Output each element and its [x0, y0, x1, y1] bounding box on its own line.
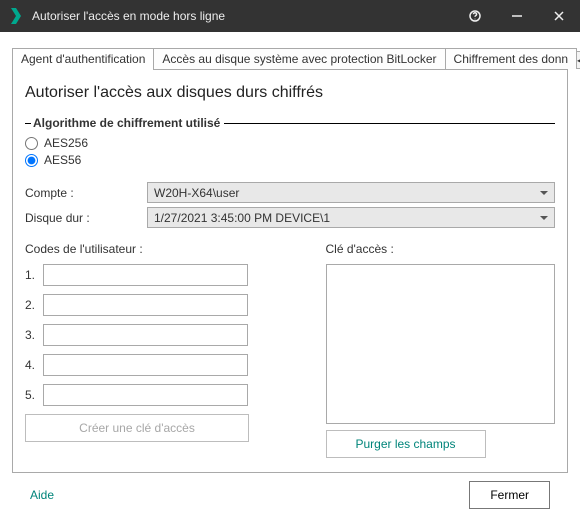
- radio-aes256[interactable]: [25, 137, 38, 150]
- code-row-5: 5.: [25, 384, 306, 406]
- radio-aes256-label: AES256: [44, 136, 88, 150]
- chevron-down-icon: [540, 216, 548, 220]
- compte-select[interactable]: W20H-X64\user: [147, 182, 555, 203]
- code-num: 4.: [25, 358, 43, 372]
- tab-chiffrement[interactable]: Chiffrement des donn: [445, 48, 578, 69]
- close-window-button[interactable]: [538, 0, 580, 32]
- disque-value: 1/27/2021 3:45:00 PM DEVICE\1: [154, 211, 330, 225]
- radio-aes56-label: AES56: [44, 153, 81, 167]
- titlebar: Autoriser l'accès en mode hors ligne: [0, 0, 580, 32]
- code-row-4: 4.: [25, 354, 306, 376]
- access-key-box[interactable]: [326, 264, 556, 424]
- tab-bitlocker[interactable]: Accès au disque système avec protection …: [153, 48, 445, 69]
- radio-aes56-row: AES56: [25, 153, 555, 167]
- purge-button[interactable]: Purger les champs: [326, 430, 486, 458]
- disque-row: Disque dur : 1/27/2021 3:45:00 PM DEVICE…: [25, 207, 555, 228]
- window-title: Autoriser l'accès en mode hors ligne: [32, 9, 225, 23]
- help-link[interactable]: Aide: [30, 488, 54, 502]
- purge-label: Purger les champs: [355, 437, 455, 451]
- minimize-button[interactable]: [496, 0, 538, 32]
- access-key-column: Clé d'accès : Purger les champs: [326, 242, 556, 458]
- codes-heading: Codes de l'utilisateur :: [25, 242, 306, 256]
- close-label: Fermer: [490, 488, 529, 502]
- disque-label: Disque dur :: [25, 211, 147, 225]
- compte-row: Compte : W20H-X64\user: [25, 182, 555, 203]
- code-input-3[interactable]: [43, 324, 248, 346]
- purge-row: Purger les champs: [326, 430, 556, 458]
- compte-value: W20H-X64\user: [154, 186, 239, 200]
- codes-column: Codes de l'utilisateur : 1. 2. 3. 4.: [25, 242, 306, 458]
- radio-aes56[interactable]: [25, 154, 38, 167]
- compte-label: Compte :: [25, 186, 147, 200]
- disque-select[interactable]: 1/27/2021 3:45:00 PM DEVICE\1: [147, 207, 555, 228]
- app-logo-icon: [8, 8, 24, 24]
- radio-aes256-row: AES256: [25, 136, 555, 150]
- code-input-4[interactable]: [43, 354, 248, 376]
- help-button[interactable]: [454, 0, 496, 32]
- tab-agent[interactable]: Agent d'authentification: [12, 48, 154, 70]
- create-key-button[interactable]: Créer une clé d'accès: [25, 414, 249, 442]
- code-num: 5.: [25, 388, 43, 402]
- tab-label: Agent d'authentification: [21, 52, 145, 66]
- tab-label: Chiffrement des donn: [454, 52, 569, 66]
- code-input-1[interactable]: [43, 264, 248, 286]
- columns: Codes de l'utilisateur : 1. 2. 3. 4.: [25, 242, 555, 458]
- algo-group-label: Algorithme de chiffrement utilisé: [33, 116, 222, 130]
- code-row-1: 1.: [25, 264, 306, 286]
- code-num: 2.: [25, 298, 43, 312]
- close-button[interactable]: Fermer: [469, 481, 550, 509]
- page-heading: Autoriser l'accès aux disques durs chiff…: [25, 84, 555, 102]
- create-key-row: Créer une clé d'accès: [25, 414, 306, 442]
- main-container: Agent d'authentification Accès au disque…: [0, 32, 580, 519]
- code-row-3: 3.: [25, 324, 306, 346]
- tabpanel: Autoriser l'accès aux disques durs chiff…: [12, 69, 568, 473]
- tab-label: Accès au disque système avec protection …: [162, 52, 436, 66]
- code-num: 3.: [25, 328, 43, 342]
- code-input-2[interactable]: [43, 294, 248, 316]
- tabstrip: Agent d'authentification Accès au disque…: [12, 46, 568, 69]
- access-key-heading: Clé d'accès :: [326, 242, 556, 256]
- code-input-5[interactable]: [43, 384, 248, 406]
- code-row-2: 2.: [25, 294, 306, 316]
- create-key-label: Créer une clé d'accès: [79, 421, 195, 435]
- code-num: 1.: [25, 268, 43, 282]
- footer: Aide Fermer: [12, 473, 568, 509]
- chevron-down-icon: [540, 191, 548, 195]
- algo-group-header: Algorithme de chiffrement utilisé: [25, 116, 555, 130]
